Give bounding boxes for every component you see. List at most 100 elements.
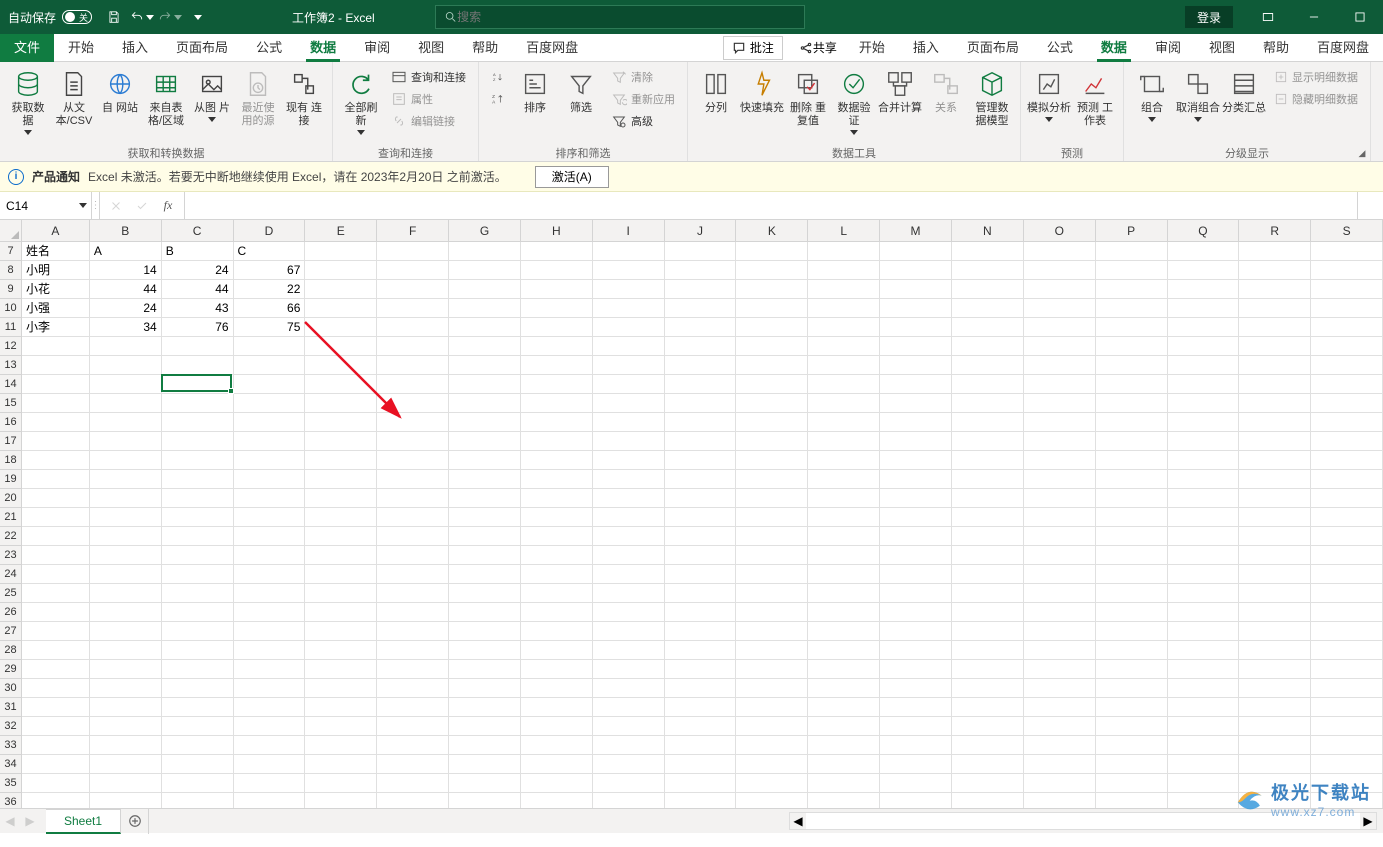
cell-C10[interactable]: 43 [162,299,234,318]
cell-C16[interactable] [162,413,234,432]
cell-P17[interactable] [1096,432,1168,451]
toggle-switch[interactable]: 关 [62,10,92,24]
cell-S16[interactable] [1311,413,1383,432]
cell-D30[interactable] [234,679,306,698]
cell-C25[interactable] [162,584,234,603]
cell-P14[interactable] [1096,375,1168,394]
row-header-26[interactable]: 26 [0,603,21,622]
cell-L20[interactable] [808,489,880,508]
cell-R24[interactable] [1239,565,1311,584]
cell-A31[interactable] [22,698,90,717]
col-header-S[interactable]: S [1311,220,1383,241]
cell-H25[interactable] [521,584,593,603]
cell-R21[interactable] [1239,508,1311,527]
cell-A34[interactable] [22,755,90,774]
cell-E30[interactable] [305,679,377,698]
cell-N34[interactable] [952,755,1024,774]
cell-K29[interactable] [736,660,808,679]
cell-B10[interactable]: 24 [90,299,162,318]
cell-L7[interactable] [808,242,880,261]
col-header-P[interactable]: P [1096,220,1168,241]
cell-F27[interactable] [377,622,449,641]
cell-Q28[interactable] [1168,641,1240,660]
cell-M10[interactable] [880,299,952,318]
cell-O25[interactable] [1024,584,1096,603]
ribbon-display-options[interactable] [1245,0,1291,34]
col-header-G[interactable]: G [449,220,521,241]
undo-button[interactable] [128,0,156,34]
cell-Q8[interactable] [1168,261,1240,280]
cell-P9[interactable] [1096,280,1168,299]
cell-C8[interactable]: 24 [162,261,234,280]
cell-I19[interactable] [593,470,665,489]
cell-D23[interactable] [234,546,306,565]
cell-M30[interactable] [880,679,952,698]
cell-E10[interactable] [305,299,377,318]
cell-F35[interactable] [377,774,449,793]
cell-R13[interactable] [1239,356,1311,375]
cell-S33[interactable] [1311,736,1383,755]
cell-G30[interactable] [449,679,521,698]
cell-S26[interactable] [1311,603,1383,622]
cell-L15[interactable] [808,394,880,413]
row-header-23[interactable]: 23 [0,546,21,565]
cell-R11[interactable] [1239,318,1311,337]
cell-I9[interactable] [593,280,665,299]
cell-Q30[interactable] [1168,679,1240,698]
cell-M28[interactable] [880,641,952,660]
cell-S13[interactable] [1311,356,1383,375]
refresh-all-button[interactable]: 全部刷 新 [339,66,383,137]
cell-L11[interactable] [808,318,880,337]
cell-B14[interactable] [90,375,162,394]
cell-L35[interactable] [808,774,880,793]
cell-M23[interactable] [880,546,952,565]
qat-customize[interactable] [184,0,212,34]
cell-Q14[interactable] [1168,375,1240,394]
cell-Q16[interactable] [1168,413,1240,432]
cell-R27[interactable] [1239,622,1311,641]
cell-F29[interactable] [377,660,449,679]
cell-G7[interactable] [449,242,521,261]
cell-E13[interactable] [305,356,377,375]
relationships-button[interactable]: 关系 [924,66,968,117]
cell-I31[interactable] [593,698,665,717]
cell-J34[interactable] [665,755,737,774]
cell-O21[interactable] [1024,508,1096,527]
row-header-25[interactable]: 25 [0,584,21,603]
cell-C27[interactable] [162,622,234,641]
cell-C32[interactable] [162,717,234,736]
cell-K15[interactable] [736,394,808,413]
scroll-left-button[interactable]: ◀ [790,813,806,829]
cell-S11[interactable] [1311,318,1383,337]
cell-M32[interactable] [880,717,952,736]
cell-I26[interactable] [593,603,665,622]
cell-G27[interactable] [449,622,521,641]
cell-P28[interactable] [1096,641,1168,660]
cell-C17[interactable] [162,432,234,451]
cell-S15[interactable] [1311,394,1383,413]
cell-K21[interactable] [736,508,808,527]
cell-D22[interactable] [234,527,306,546]
cell-P34[interactable] [1096,755,1168,774]
cell-H27[interactable] [521,622,593,641]
cell-J10[interactable] [665,299,737,318]
cell-N11[interactable] [952,318,1024,337]
row-header-31[interactable]: 31 [0,698,21,717]
cell-O26[interactable] [1024,603,1096,622]
cell-D16[interactable] [234,413,306,432]
formula-input-area[interactable] [185,192,1357,219]
tab-2[interactable]: 页面布局 [162,34,242,62]
tab-8[interactable]: 百度网盘 [512,34,592,62]
cell-N14[interactable] [952,375,1024,394]
cell-F28[interactable] [377,641,449,660]
cell-G8[interactable] [449,261,521,280]
cell-D9[interactable]: 22 [234,280,306,299]
row-header-24[interactable]: 24 [0,565,21,584]
cell-S8[interactable] [1311,261,1383,280]
cell-E21[interactable] [305,508,377,527]
cell-N16[interactable] [952,413,1024,432]
cell-C36[interactable] [162,793,234,808]
tab-1[interactable]: 插入 [108,34,162,62]
cell-O36[interactable] [1024,793,1096,808]
redo-button[interactable] [156,0,184,34]
